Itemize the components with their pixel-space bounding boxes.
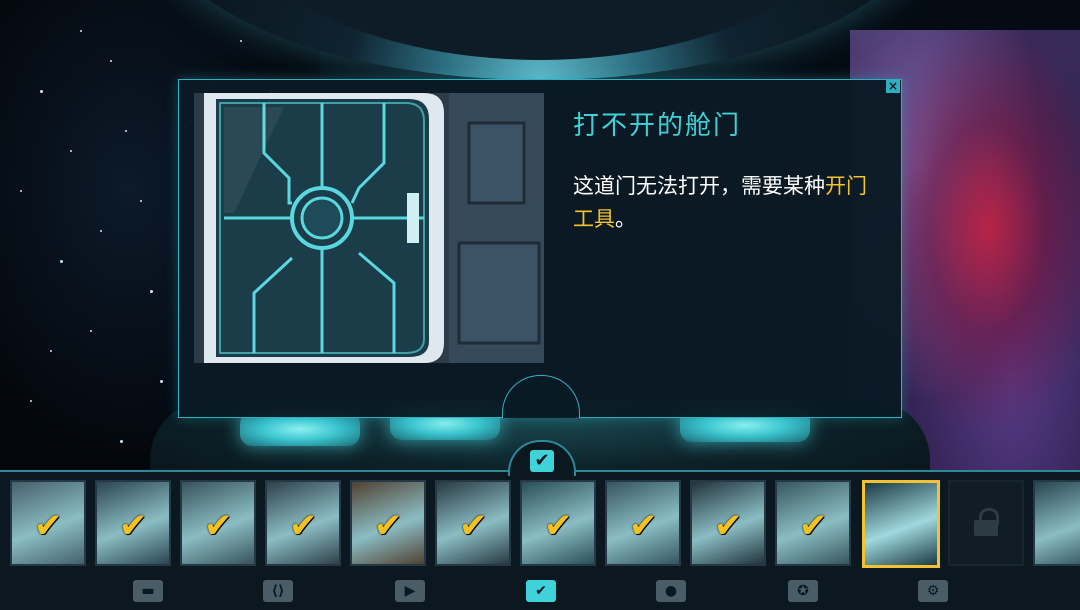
lock-icon	[974, 508, 999, 536]
completed-check-icon: ✔	[374, 506, 403, 546]
completed-check-icon: ✔	[629, 506, 658, 546]
nav-icon-glyph: ▶	[404, 583, 416, 599]
star	[100, 230, 102, 232]
collection-item[interactable]: ✔	[775, 480, 851, 566]
completed-check-icon: ✔	[34, 506, 63, 546]
completed-check-icon: ✔	[714, 506, 743, 546]
check-icon[interactable]: ✔	[526, 580, 556, 602]
star	[140, 200, 142, 202]
check-icon: ✔	[530, 450, 554, 472]
star	[120, 440, 123, 443]
collection-item[interactable]: ✔	[605, 480, 681, 566]
completed-check-icon: ✔	[544, 506, 573, 546]
completed-check-icon: ✔	[799, 506, 828, 546]
partial-thumb	[1035, 482, 1080, 564]
achievement-icon[interactable]: ✪	[788, 580, 818, 602]
star	[110, 60, 112, 62]
nav-icon-glyph: ✪	[797, 583, 809, 599]
star	[150, 290, 153, 293]
collection-item	[948, 480, 1024, 566]
star	[40, 90, 43, 93]
collection-item[interactable]: ✔	[350, 480, 426, 566]
star	[30, 400, 32, 402]
hint-bulb-icon[interactable]: ●	[656, 580, 686, 602]
star	[70, 150, 72, 152]
item-title: 打不开的舱门	[573, 111, 742, 141]
star	[80, 30, 82, 32]
star	[50, 350, 52, 352]
completed-check-icon: ✔	[459, 506, 488, 546]
description-text: 这道门无法打开，需要某种	[573, 174, 825, 198]
star	[240, 40, 242, 42]
bottom-navigation: ▬ ⟨⟩ ▶ ✔ ● ✪ ⚙	[0, 576, 1080, 606]
nav-icon-glyph: ●	[664, 583, 678, 599]
star	[125, 130, 127, 132]
code-icon[interactable]: ⟨⟩	[263, 580, 293, 602]
collection-item[interactable]: ✔	[690, 480, 766, 566]
nav-icon-glyph: ⚙	[926, 583, 940, 599]
nav-icon-glyph: ⟨⟩	[271, 583, 285, 599]
hatch-door-image	[194, 93, 544, 363]
close-panel-button[interactable]: ×	[886, 79, 900, 93]
collection-item[interactable]	[1033, 480, 1080, 566]
item-collection-strip: ✔ ✔ ✔ ✔ ✔ ✔ ✔ ✔ ✔ ✔	[0, 480, 1080, 568]
lock-icon	[950, 482, 1022, 564]
door-thumb	[865, 483, 937, 565]
item-description: 这道门无法打开，需要某种开门工具。	[573, 170, 873, 236]
collection-item[interactable]: ✔	[95, 480, 171, 566]
nav-icon-glyph: ▬	[141, 583, 155, 599]
collection-item[interactable]: ✔	[180, 480, 256, 566]
star	[60, 260, 63, 263]
collection-item[interactable]: ✔	[10, 480, 86, 566]
collection-item[interactable]: ✔	[520, 480, 596, 566]
description-suffix: 。	[615, 207, 636, 231]
star	[20, 190, 22, 192]
collection-item[interactable]: ✔	[265, 480, 341, 566]
play-icon[interactable]: ▶	[395, 580, 425, 602]
settings-gear-icon[interactable]: ⚙	[918, 580, 948, 602]
completed-check-icon: ✔	[119, 506, 148, 546]
hatch-door-illustration	[194, 93, 544, 363]
completed-check-icon: ✔	[204, 506, 233, 546]
nav-icon-glyph: ✔	[535, 583, 547, 599]
completed-check-icon: ✔	[289, 506, 318, 546]
collection-item[interactable]	[862, 480, 940, 568]
inventory-icon[interactable]: ▬	[133, 580, 163, 602]
collection-item[interactable]: ✔	[435, 480, 511, 566]
star	[160, 380, 163, 383]
star	[90, 330, 92, 332]
